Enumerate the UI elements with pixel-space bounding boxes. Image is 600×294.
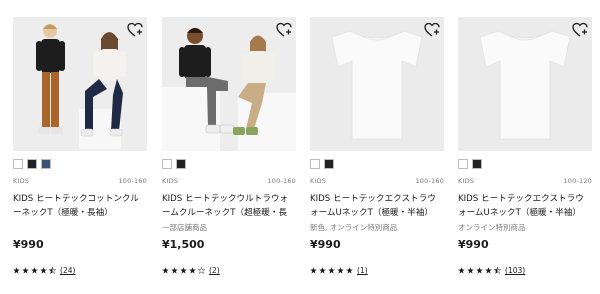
star-icon [319, 266, 326, 274]
rating: (2) [162, 265, 296, 275]
rating: (24) [13, 265, 147, 275]
star-icon [458, 266, 465, 274]
product-card[interactable]: KIDS 100-160 KIDS ヒートテックコットンクルーネックT（極暖・長… [13, 17, 147, 275]
color-swatch[interactable] [162, 159, 172, 169]
star-rating [13, 266, 56, 274]
color-swatch[interactable] [41, 159, 51, 169]
star-icon [476, 266, 483, 274]
star-icon [310, 266, 317, 274]
product-card[interactable]: KIDS 100-160 KIDS ヒートテックウルトラウォームクルーネックT（… [162, 17, 296, 275]
product-meta: KIDS 100-160 [310, 177, 444, 185]
gender-tag: KIDS [458, 177, 475, 185]
promo-label: 一部店舗商品 [162, 223, 207, 232]
star-rating [162, 266, 205, 274]
gender-tag: KIDS [13, 177, 30, 185]
color-swatch[interactable] [13, 159, 23, 169]
star-half-icon [49, 266, 56, 274]
size-range: 100-160 [267, 177, 296, 185]
product-photo[interactable] [310, 17, 444, 151]
promo-label: 新色, オンライン特別商品 [310, 223, 398, 232]
color-swatches [162, 159, 296, 169]
product-title[interactable]: KIDS ヒートテックコットンクルーネックT（極暖・長袖） [13, 192, 147, 220]
star-icon [162, 266, 169, 274]
product-title[interactable]: KIDS ヒートテックウルトラウォームクルーネックT（超極暖・長袖） [162, 192, 296, 220]
rating: (103) [458, 265, 592, 275]
color-swatch[interactable] [176, 159, 186, 169]
star-icon [189, 266, 196, 274]
product-price: ¥1,500 [162, 238, 205, 251]
star-rating [458, 266, 501, 274]
product-card[interactable]: KIDS 100-160 KIDS ヒートテックエクストラウォームUネックT（極… [310, 17, 444, 275]
review-count-value: 1 [359, 265, 365, 275]
review-count[interactable]: (24) [60, 266, 75, 275]
size-range: 100-160 [415, 177, 444, 185]
star-rating [310, 266, 353, 274]
star-half-icon [494, 266, 501, 274]
color-swatch[interactable] [458, 159, 468, 169]
star-empty-icon [198, 266, 205, 274]
color-swatch[interactable] [472, 159, 482, 169]
product-price: ¥990 [310, 238, 341, 251]
gender-tag: KIDS [162, 177, 179, 185]
size-range: 100-120 [563, 177, 592, 185]
product-title[interactable]: KIDS ヒートテックエクストラウォームUネックT（極暖・半袖） [458, 192, 592, 220]
color-swatch[interactable] [324, 159, 334, 169]
heart-plus-icon[interactable] [424, 22, 440, 38]
product-price: ¥990 [458, 238, 489, 251]
product-card[interactable]: KIDS 100-120 KIDS ヒートテックエクストラウォームUネックT（極… [458, 17, 592, 275]
product-title[interactable]: KIDS ヒートテックエクストラウォームUネックT（極暖・半袖） [310, 192, 444, 220]
star-icon [171, 266, 178, 274]
product-price: ¥990 [13, 238, 44, 251]
heart-plus-icon[interactable] [127, 22, 143, 38]
star-icon [31, 266, 38, 274]
star-icon [22, 266, 29, 274]
size-range: 100-160 [118, 177, 147, 185]
star-icon [337, 266, 344, 274]
review-count[interactable]: (1) [357, 266, 368, 275]
review-count[interactable]: (103) [505, 266, 525, 275]
review-count-value: 103 [507, 265, 523, 275]
star-icon [40, 266, 47, 274]
product-photo[interactable] [458, 17, 592, 151]
heart-plus-icon[interactable] [276, 22, 292, 38]
product-photo[interactable] [162, 17, 296, 151]
promo-label [13, 223, 147, 233]
gender-tag: KIDS [310, 177, 327, 185]
color-swatch[interactable] [27, 159, 37, 169]
promo-label: オンライン特別商品 [458, 223, 526, 232]
review-count-value: 24 [62, 265, 73, 275]
product-photo[interactable] [13, 17, 147, 151]
color-swatches [458, 159, 592, 169]
color-swatches [13, 159, 147, 169]
color-swatches [310, 159, 444, 169]
product-meta: KIDS 100-120 [458, 177, 592, 185]
star-icon [13, 266, 20, 274]
color-swatch[interactable] [310, 159, 320, 169]
star-icon [346, 266, 353, 274]
product-meta: KIDS 100-160 [13, 177, 147, 185]
product-grid: KIDS 100-160 KIDS ヒートテックコットンクルーネックT（極暖・長… [0, 0, 600, 294]
star-icon [328, 266, 335, 274]
rating: (1) [310, 265, 444, 275]
heart-plus-icon[interactable] [572, 22, 588, 38]
review-count-value: 2 [211, 265, 217, 275]
star-icon [485, 266, 492, 274]
star-icon [180, 266, 187, 274]
product-meta: KIDS 100-160 [162, 177, 296, 185]
review-count[interactable]: (2) [209, 266, 220, 275]
star-icon [467, 266, 474, 274]
